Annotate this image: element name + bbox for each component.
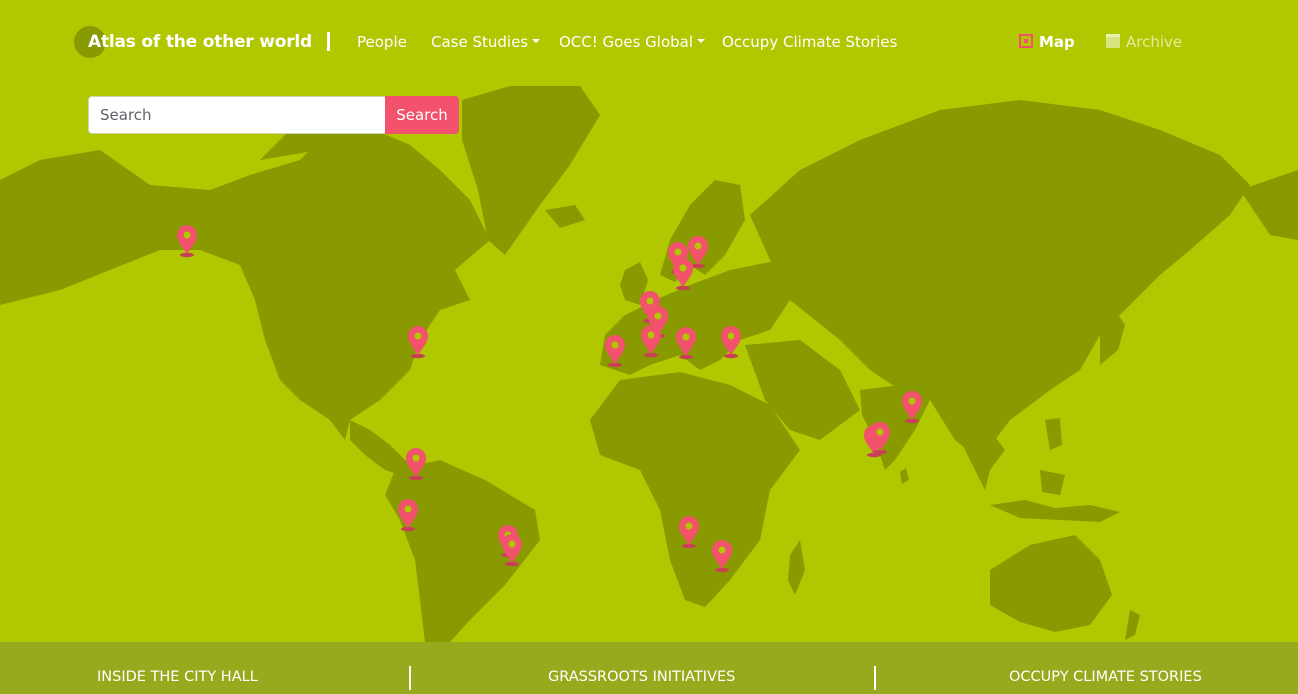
nav-map-label: Map xyxy=(1039,33,1075,51)
caret-down-icon xyxy=(697,38,705,43)
footer-divider xyxy=(874,666,876,690)
nav-occ-goes-global-dropdown[interactable]: OCC! Goes Global xyxy=(559,31,705,53)
brand-separator xyxy=(327,32,330,51)
nav-archive-label: Archive xyxy=(1126,33,1183,51)
nav-case-studies-dropdown[interactable]: Case Studies xyxy=(431,31,541,53)
nav-occupy-climate-stories-label: Occupy Climate Stories xyxy=(722,33,898,51)
landmass-africa xyxy=(590,372,800,607)
nav-occ-goes-global-label: OCC! Goes Global xyxy=(559,33,693,51)
search-input[interactable] xyxy=(88,96,385,134)
nav-map[interactable]: Map xyxy=(1019,31,1075,53)
landmass-australia xyxy=(990,535,1112,632)
continents xyxy=(0,86,1298,642)
archive-icon xyxy=(1106,33,1120,48)
brand-title: Atlas of the other world xyxy=(88,32,312,52)
landmass-north-america xyxy=(0,130,490,440)
brand-link[interactable]: Atlas of the other world xyxy=(74,26,312,58)
nav-archive[interactable]: Archive xyxy=(1106,31,1182,53)
nav-people[interactable]: People xyxy=(357,31,407,53)
nav-case-studies-label: Case Studies xyxy=(431,33,529,51)
footer-link-occupy-climate-stories[interactable]: OCCUPY CLIMATE STORIES xyxy=(1009,669,1202,685)
footer-link-grassroots-initiatives[interactable]: GRASSROOTS INITIATIVES xyxy=(548,669,735,685)
nav-people-label: People xyxy=(357,33,407,51)
footer-divider xyxy=(409,666,411,690)
footer-link-inside-the-city-hall[interactable]: INSIDE THE CITY HALL xyxy=(97,669,258,685)
navbar: Atlas of the other world People Case Stu… xyxy=(0,0,1298,84)
map-marker-icon xyxy=(177,225,197,258)
map-icon xyxy=(1019,33,1033,48)
search-button[interactable]: Search xyxy=(385,96,459,134)
footer-bar: INSIDE THE CITY HALL GRASSROOTS INITIATI… xyxy=(0,642,1298,694)
caret-down-icon xyxy=(532,38,541,43)
nav-occupy-climate-stories[interactable]: Occupy Climate Stories xyxy=(722,31,897,53)
